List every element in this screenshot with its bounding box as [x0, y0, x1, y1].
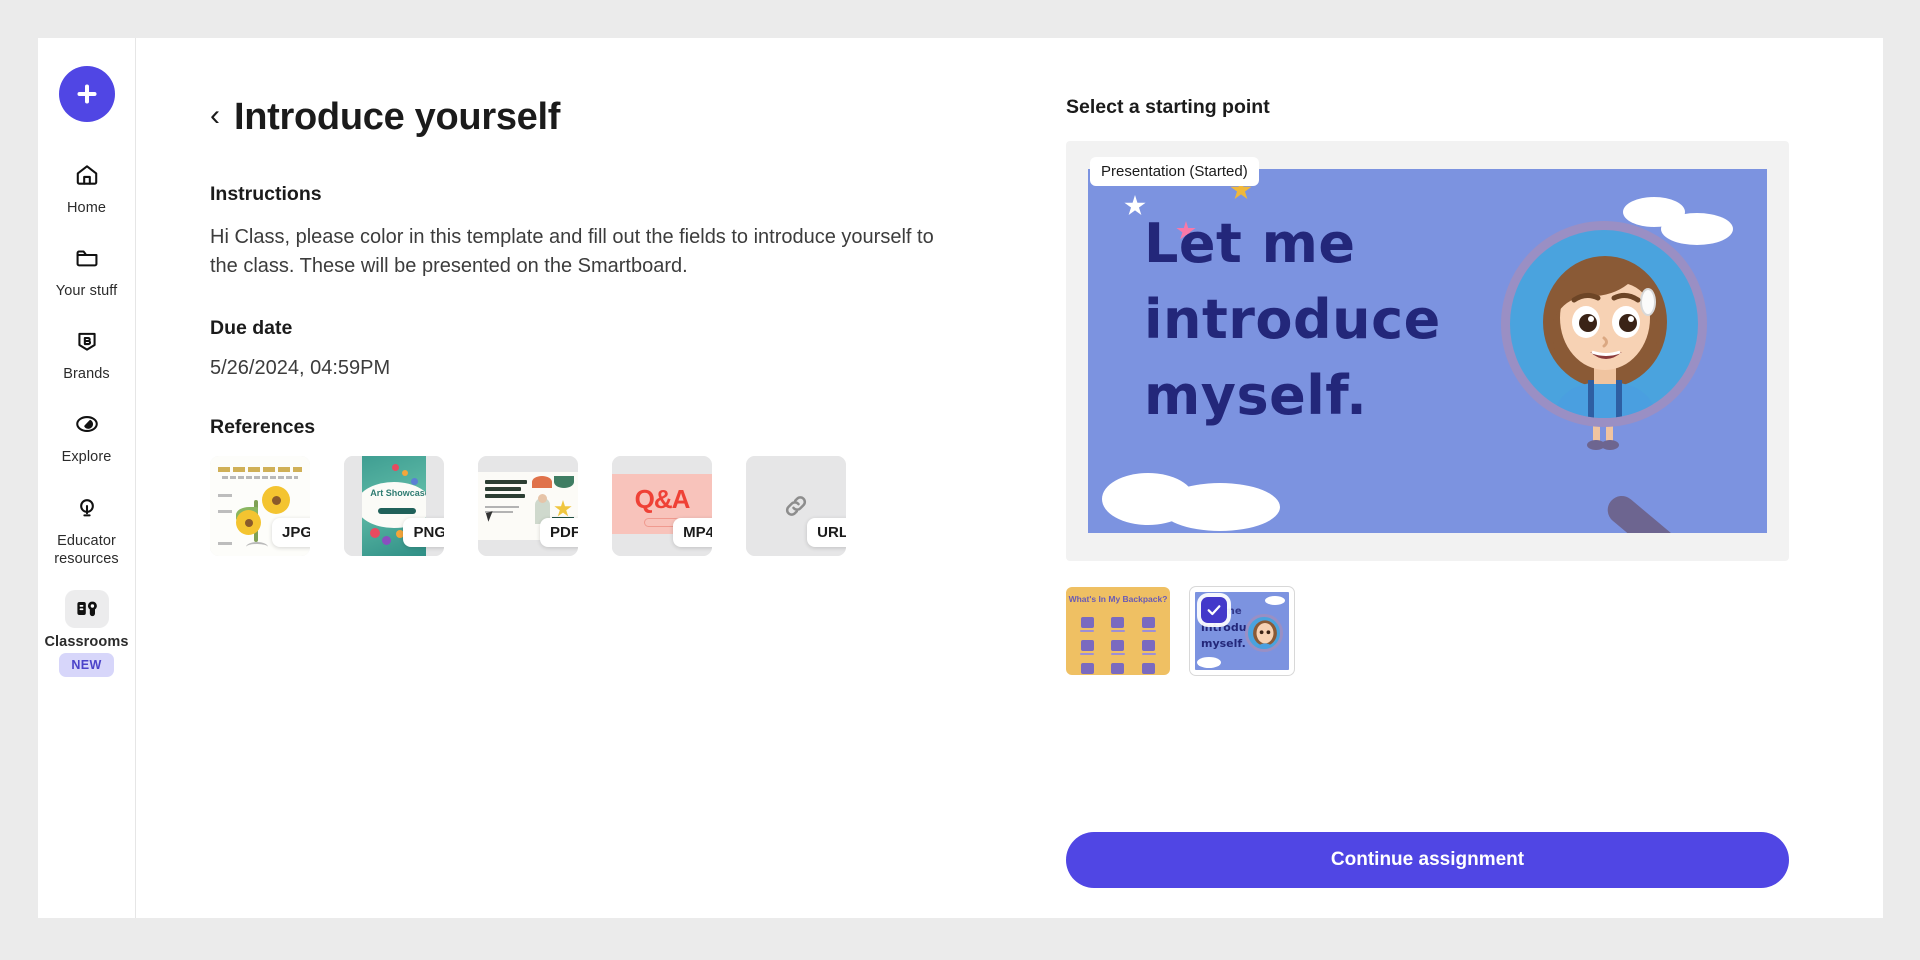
reference-thumb-title: Art Showcase — [370, 488, 426, 498]
app-window: Home Your stuff Brands Explore Educator … — [38, 38, 1883, 918]
reference-type-label: JPG — [271, 518, 310, 547]
page-header: ‹ Introduce yourself — [210, 96, 1066, 139]
reference-type-label: URL — [807, 518, 846, 547]
sidebar-item-educator-resources[interactable]: Educator resources — [41, 489, 133, 568]
sidebar-item-label: Educator resources — [54, 532, 119, 567]
checkmark-icon — [1201, 597, 1227, 623]
references-list: JPG Art Showcase PNG PDF Q&A MP4 URL — [210, 456, 1066, 556]
cloud-shape — [1661, 213, 1733, 245]
sidebar-item-classrooms[interactable]: Classrooms NEW — [41, 589, 133, 677]
slide-preview-frame: Presentation (Started) Let me introduce … — [1066, 141, 1789, 561]
sidebar: Home Your stuff Brands Explore Educator … — [38, 38, 136, 918]
star-icon — [1124, 195, 1146, 216]
slide-headline-line-2: introduce — [1144, 288, 1441, 351]
create-button[interactable] — [58, 66, 115, 122]
instructions-section: Instructions Hi Class, please color in t… — [210, 183, 1066, 281]
sidebar-item-brands[interactable]: Brands — [41, 322, 133, 383]
reference-type-label: MP4 — [673, 518, 712, 547]
starting-point-heading: Select a starting point — [1066, 96, 1270, 118]
slide-thumbnail-backpack[interactable]: What's In My Backpack? — [1066, 587, 1170, 675]
sidebar-item-explore[interactable]: Explore — [41, 405, 133, 466]
page-title: Introduce yourself — [234, 96, 561, 138]
references-section: References JPG Art Showcase PNG PDF Q&A … — [210, 416, 1066, 556]
instructions-text: Hi Class, please color in this template … — [210, 226, 934, 277]
thumbnail-line-3: myself. — [1201, 637, 1246, 650]
reference-card-jpg[interactable]: JPG — [210, 456, 310, 556]
reference-type-label: PNG — [403, 518, 444, 547]
sidebar-item-label: Your stuff — [55, 283, 118, 300]
reference-thumb-title: Q&A — [634, 484, 691, 514]
plus-icon — [77, 84, 96, 104]
assignment-details-column: ‹ Introduce yourself Instructions Hi Cla… — [136, 80, 1066, 918]
sidebar-item-label: Brands — [63, 366, 110, 383]
reference-type-label: PDF — [540, 518, 578, 547]
reference-card-png[interactable]: Art Showcase PNG — [344, 456, 444, 556]
magnifier-handle — [1602, 490, 1735, 533]
backpack-items-grid — [1075, 617, 1161, 675]
due-date-value: 5/26/2024, 04:59PM — [210, 357, 391, 379]
compass-eye-icon — [65, 405, 109, 443]
due-date-heading: Due date — [210, 317, 293, 339]
reference-card-pdf[interactable]: PDF — [478, 456, 578, 556]
slide-headline-line-3: myself. — [1144, 364, 1368, 427]
link-icon — [785, 496, 807, 516]
references-heading: References — [210, 416, 316, 438]
slide-thumbnail-list: What's In My Backpack? me introduce myse… — [1066, 587, 1789, 675]
reference-card-mp4[interactable]: Q&A MP4 — [612, 456, 712, 556]
magnifier-lens — [1501, 221, 1707, 427]
thumbnail-title: What's In My Backpack? — [1068, 594, 1168, 604]
thumbnail-magnifier — [1245, 614, 1283, 652]
lightbulb-icon — [65, 489, 109, 527]
chevron-left-icon[interactable]: ‹ — [210, 100, 220, 131]
classrooms-icon — [64, 589, 109, 628]
slide-preview[interactable]: Let me introduce myself. — [1088, 169, 1767, 533]
sidebar-item-label: Explore — [61, 449, 112, 466]
sidebar-item-label: Home — [66, 200, 107, 216]
sidebar-item-your-stuff[interactable]: Your stuff — [41, 239, 133, 300]
slide-headline-line-1: Let me — [1144, 212, 1356, 275]
reference-card-url[interactable]: URL — [746, 456, 846, 556]
sidebar-item-home[interactable]: Home — [41, 156, 133, 217]
new-badge: NEW — [59, 652, 114, 677]
instructions-heading: Instructions — [210, 183, 322, 205]
brand-shield-icon — [65, 322, 109, 360]
slide-thumbnail-introduce[interactable]: Let me introduce myself. — [1190, 587, 1294, 675]
sidebar-item-label: Classrooms — [44, 633, 129, 650]
main-content: ‹ Introduce yourself Instructions Hi Cla… — [136, 38, 1883, 918]
starting-point-column: Select a starting point Presentation (St… — [1066, 80, 1883, 918]
continue-assignment-button[interactable]: Continue assignment — [1066, 832, 1789, 888]
presentation-status-badge: Presentation (Started) — [1090, 157, 1259, 186]
home-icon — [65, 156, 109, 194]
cloud-shape — [1160, 483, 1280, 531]
due-date-section: Due date 5/26/2024, 04:59PM — [210, 317, 1066, 380]
folder-icon — [65, 239, 109, 277]
